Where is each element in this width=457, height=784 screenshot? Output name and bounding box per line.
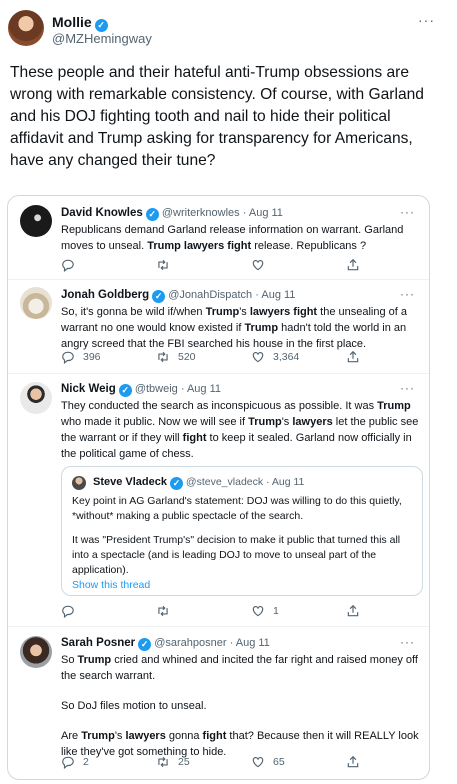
- quoted-author-handle[interactable]: @JonahDispatch: [168, 289, 252, 301]
- quoted-tweet-text: Republicans demand Garland release infor…: [61, 224, 404, 252]
- like-button[interactable]: 1: [251, 604, 279, 618]
- tweet-actions: 396 520 3,364: [61, 350, 361, 368]
- tweet-date[interactable]: Aug 11: [187, 383, 221, 395]
- tweet-text: These people and their hateful anti-Trum…: [10, 64, 424, 169]
- reply-button[interactable]: 396: [61, 350, 101, 364]
- more-options-icon[interactable]: ···: [400, 287, 415, 301]
- heart-icon: [252, 606, 264, 617]
- verified-badge-icon: ✓: [118, 384, 132, 397]
- tweet-date[interactable]: Aug 11: [236, 637, 270, 649]
- author-handle[interactable]: @MZHemingway: [52, 31, 152, 46]
- quoted-tweet[interactable]: Jonah Goldberg ✓ @JonahDispatch · Aug 11 …: [8, 280, 429, 373]
- retweet-button[interactable]: [156, 604, 178, 618]
- heart-icon: [252, 260, 264, 271]
- quoted-author-handle[interactable]: @steve_vladeck: [186, 476, 263, 488]
- tweet-actions: 2 25 65: [61, 755, 361, 773]
- share-button[interactable]: [346, 604, 360, 618]
- reply-icon: [62, 259, 74, 272]
- like-button[interactable]: 65: [251, 755, 285, 769]
- inner-quoted-text: Key point in AG Garland's statement: DOJ…: [72, 495, 402, 576]
- share-icon: [347, 755, 359, 768]
- more-options-icon[interactable]: ···: [400, 205, 415, 219]
- tweet-date[interactable]: Aug 11: [249, 207, 283, 219]
- verified-badge-icon: ✓: [170, 477, 183, 490]
- tweet-actions: [61, 258, 361, 276]
- quoted-tweet[interactable]: David Knowles ✓ @writerknowles · Aug 11 ·…: [8, 196, 429, 279]
- quoted-author-name[interactable]: Sarah Posner: [61, 637, 135, 649]
- share-icon: [347, 604, 359, 617]
- retweet-button[interactable]: 25: [156, 755, 190, 769]
- reply-button[interactable]: [61, 604, 83, 618]
- tweet-header: Mollie ✓ @MZHemingway ···: [0, 0, 457, 56]
- quoted-author-handle[interactable]: @sarahposner: [154, 637, 226, 649]
- reply-icon: [62, 351, 74, 364]
- author-name[interactable]: Mollie ✓: [52, 14, 108, 32]
- avatar[interactable]: [72, 476, 86, 490]
- tweet-date[interactable]: Aug 11: [272, 476, 305, 488]
- avatar[interactable]: [20, 205, 52, 237]
- tweet-actions: 1: [61, 604, 361, 622]
- share-button[interactable]: [346, 350, 360, 364]
- avatar[interactable]: [20, 382, 52, 414]
- share-button[interactable]: [346, 258, 360, 272]
- quoted-tweet[interactable]: Sarah Posner ✓ @sarahposner · Aug 11 ··· …: [8, 627, 429, 779]
- like-button[interactable]: [251, 258, 273, 272]
- quoted-tweet-text: So Trump cried and whined and incited th…: [61, 654, 419, 758]
- share-icon: [347, 258, 359, 271]
- quoted-tweet-text: So, it's gonna be wild if/when Trump's l…: [61, 306, 408, 350]
- more-options-icon[interactable]: ···: [400, 635, 415, 649]
- like-button[interactable]: 3,364: [251, 350, 299, 364]
- heart-icon: [252, 757, 264, 768]
- heart-icon: [252, 352, 264, 363]
- quoted-author-name[interactable]: David Knowles: [61, 207, 143, 219]
- retweet-icon: [158, 605, 168, 617]
- quoted-author-handle[interactable]: @writerknowles: [162, 207, 240, 219]
- reply-icon: [62, 605, 74, 618]
- quoted-thread[interactable]: David Knowles ✓ @writerknowles · Aug 11 ·…: [7, 195, 430, 780]
- tweet-date[interactable]: Aug 11: [261, 289, 295, 301]
- show-thread-link[interactable]: Show this thread: [72, 579, 150, 591]
- more-options-icon[interactable]: ···: [418, 12, 435, 28]
- author-avatar[interactable]: [8, 10, 44, 46]
- more-options-icon[interactable]: ···: [400, 381, 415, 395]
- verified-badge-icon: ✓: [145, 208, 159, 221]
- quoted-author-handle[interactable]: @tbweig: [135, 383, 178, 395]
- retweet-icon: [158, 351, 168, 363]
- quoted-author-name[interactable]: Steve Vladeck: [93, 476, 167, 488]
- avatar[interactable]: [20, 287, 52, 319]
- quoted-tweet[interactable]: Nick Weig ✓ @tbweig · Aug 11 ··· They con…: [8, 374, 429, 626]
- retweet-icon: [158, 259, 168, 271]
- quoted-author-name[interactable]: Jonah Goldberg: [61, 289, 149, 301]
- verified-badge-icon: ✓: [138, 638, 152, 651]
- verified-badge-icon: ✓: [152, 290, 166, 303]
- quoted-author-name[interactable]: Nick Weig: [61, 383, 116, 395]
- quoted-tweet-text: They conducted the search as inconspicuo…: [61, 400, 419, 460]
- reply-button[interactable]: [61, 258, 83, 272]
- retweet-icon: [158, 756, 168, 768]
- inner-quoted-tweet[interactable]: Steve Vladeck ✓ @steve_vladeck · Aug 11 K…: [61, 466, 423, 596]
- reply-icon: [62, 756, 74, 769]
- retweet-button[interactable]: [156, 258, 178, 272]
- reply-button[interactable]: 2: [61, 755, 89, 769]
- share-button[interactable]: [346, 755, 360, 769]
- retweet-button[interactable]: 520: [156, 350, 196, 364]
- share-icon: [347, 350, 359, 363]
- avatar[interactable]: [20, 636, 52, 668]
